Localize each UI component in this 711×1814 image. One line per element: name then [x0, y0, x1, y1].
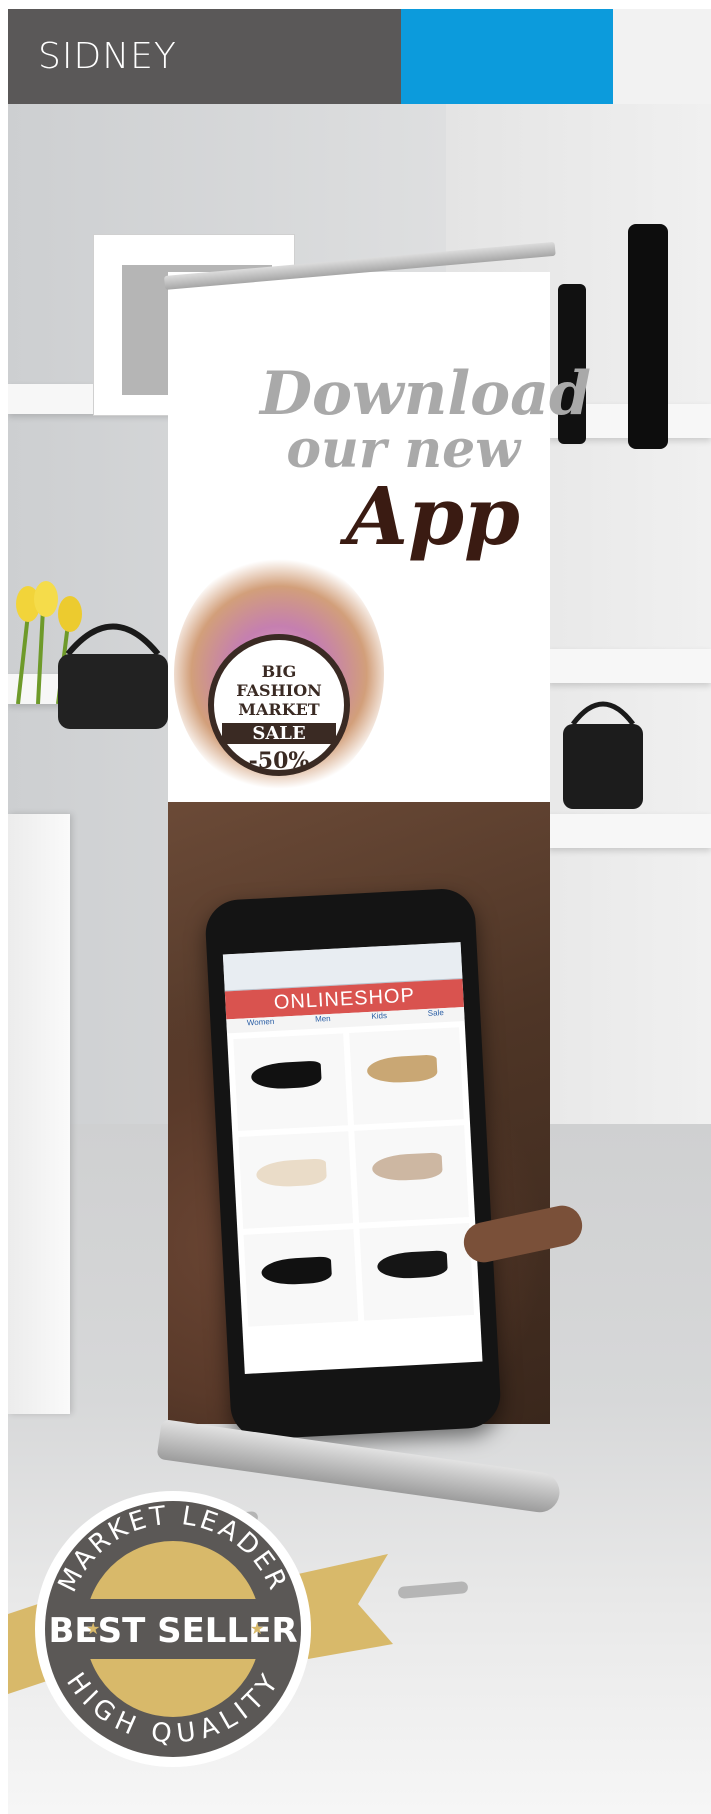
smartphone-graphic: ONLINESHOP Women Men Kids Sale — [204, 887, 502, 1441]
product-tile — [354, 1125, 469, 1223]
phone-screen: ONLINESHOP Women Men Kids Sale — [222, 942, 483, 1374]
sale-badge-line3: MARKET — [238, 700, 320, 719]
shoe-icon — [260, 1256, 333, 1286]
shop-nav-item: Kids — [371, 1011, 388, 1021]
headline-app: App — [346, 469, 520, 563]
sale-badge: BIG FASHION MARKET SALE -50% — [208, 634, 350, 776]
display-pedestal — [8, 814, 70, 1414]
seal-ribbon-right — [298, 1554, 393, 1659]
sale-badge-line5: -50% — [248, 748, 310, 774]
shelf-right-bottom — [548, 814, 711, 848]
star-icon: ★ — [86, 1621, 100, 1638]
shop-nav-item: Women — [246, 1016, 275, 1028]
shop-nav-item: Men — [314, 1013, 331, 1024]
banner-headline: Download our new App — [260, 359, 591, 563]
accent-color-block — [401, 9, 613, 104]
shelf-right-middle — [548, 649, 711, 683]
shoe-icon — [250, 1060, 322, 1091]
product-tile — [238, 1131, 354, 1229]
sale-badge-line4: SALE — [222, 723, 336, 744]
product-tile — [233, 1033, 348, 1131]
product-title: SIDNEY — [38, 36, 177, 77]
shop-product-grid — [227, 1021, 480, 1333]
shoe-icon — [371, 1152, 443, 1182]
product-tile — [359, 1222, 475, 1321]
sale-badge-line1: BIG — [261, 662, 297, 681]
star-icon: ★ — [250, 1621, 264, 1638]
product-photo: Download our new App BIG FASHION MARKET … — [8, 104, 711, 1814]
light-color-block — [613, 9, 711, 104]
shop-nav-item: Sale — [427, 1008, 444, 1018]
roll-up-banner: Download our new App BIG FASHION MARKET … — [156, 214, 591, 1600]
headline-download: Download — [260, 359, 591, 429]
product-tile — [349, 1027, 464, 1125]
shoe-icon — [376, 1250, 449, 1280]
shoe-icon — [255, 1158, 328, 1189]
handbag-left-decoration — [58, 623, 168, 729]
sale-badge-line2: FASHION — [236, 681, 322, 700]
title-block: SIDNEY — [8, 9, 401, 104]
best-seller-seal: MARKET LEADER BEST SELLER HIGH QUALITY ★… — [8, 1491, 393, 1767]
product-image-frame: SIDNEY Download our new App BIG FASHION … — [8, 9, 711, 1814]
shoe-icon — [366, 1054, 438, 1085]
title-bar: SIDNEY — [8, 9, 711, 104]
product-tile — [243, 1229, 359, 1327]
handbag-decoration — [563, 701, 643, 809]
